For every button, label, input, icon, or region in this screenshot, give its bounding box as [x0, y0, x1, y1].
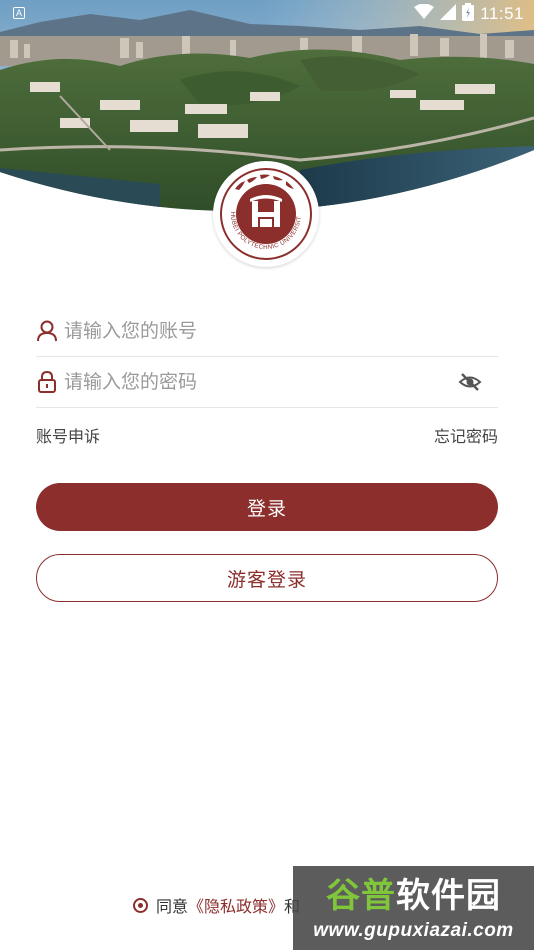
account-appeal-link[interactable]: 账号申诉: [36, 423, 100, 447]
notification-indicator: A: [13, 7, 25, 19]
lock-icon: [36, 370, 58, 394]
privacy-policy-link[interactable]: 《隐私政策》: [188, 893, 284, 917]
clock: 11:51: [480, 4, 524, 23]
password-input[interactable]: [64, 362, 456, 402]
wifi-icon: [414, 3, 435, 25]
watermark-logo-part2: 软件园: [396, 875, 501, 916]
privacy-agreement: 同意 《隐私政策》 和: [133, 893, 300, 917]
eye-hidden-icon[interactable]: [456, 368, 484, 396]
guest-login-button[interactable]: 游客登录: [36, 554, 498, 602]
account-input[interactable]: [64, 311, 498, 351]
user-icon: [36, 319, 58, 343]
agree-prefix: 同意: [156, 897, 189, 916]
university-seal: HUBEI POLYTECHNIC UNIVERSITY: [213, 161, 319, 267]
site-watermark: 谷普 软件园 www.gupuxiazai.com: [293, 866, 534, 950]
watermark-logo-part1: 谷普: [326, 875, 396, 916]
signal-icon: [440, 3, 457, 25]
account-field: [36, 306, 498, 357]
status-bar: A 11:51: [0, 0, 534, 28]
agree-radio[interactable]: [133, 897, 148, 913]
account-links: 账号申诉 忘记密码: [36, 422, 498, 448]
watermark-logo: 谷普 软件园: [293, 866, 534, 918]
login-button[interactable]: 登录: [36, 483, 498, 531]
watermark-url: www.gupuxiazai.com: [313, 920, 514, 941]
forgot-password-link[interactable]: 忘记密码: [434, 423, 498, 447]
password-field: [36, 357, 498, 408]
battery-icon: [462, 2, 475, 26]
